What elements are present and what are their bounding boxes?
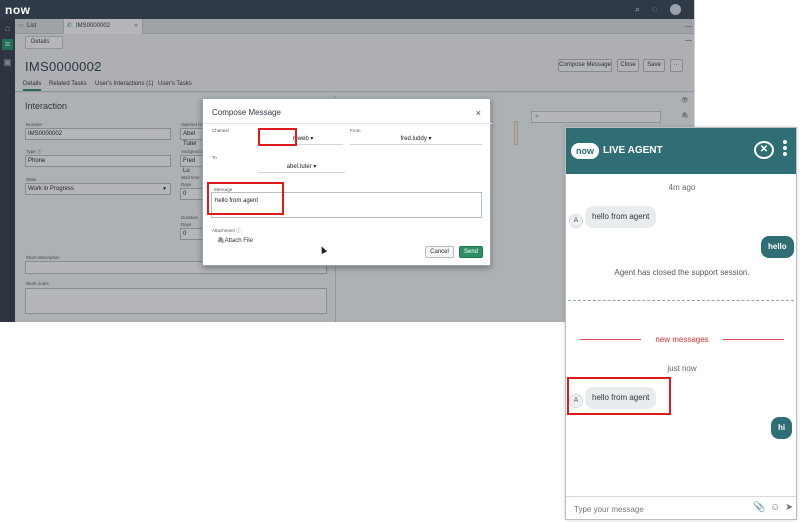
agent-avatar: A [569,214,583,228]
attachment-label: Attachment ⓘ [212,228,241,233]
session-divider [568,300,794,301]
send-icon[interactable]: ➤ [785,502,793,513]
timestamp: just now [667,364,697,373]
send-button[interactable]: Send [459,246,483,258]
user-message: hi [771,417,793,439]
now-logo: now [571,143,599,159]
attach-file-link[interactable]: 🖇Attach File [217,237,253,244]
cancel-button[interactable]: Cancel [425,246,454,258]
to-label: To [212,155,217,160]
more-vertical-icon[interactable] [783,140,789,158]
user-message: hello [761,236,794,258]
paperclip-icon: 🖇 [217,238,225,244]
end-chat-icon[interactable]: ✕ [754,141,774,159]
highlight-channel [258,128,297,146]
search-icon[interactable]: ⌕ [635,4,640,14]
timestamp: 4m ago [668,183,696,192]
paperclip-icon[interactable]: 📎 [753,502,765,513]
message-input[interactable]: Type your message [574,505,644,514]
to-select[interactable]: abel.tuter ▾ [258,161,345,173]
dialog-divider [203,123,492,124]
new-messages-rule [723,339,784,340]
system-message: Agent has closed the support session. [614,268,750,277]
attach-file-label: Attach File [224,238,253,244]
highlight-message [207,182,284,215]
emoji-icon[interactable]: ☺ [770,502,780,513]
live-agent-chat: now LIVE AGENT ✕ 4m ago A hello from age… [565,127,797,520]
user-avatar[interactable] [670,4,681,15]
highlight-agent-message [567,377,671,415]
channel-label: Channel [212,128,229,133]
chat-title: LIVE AGENT [603,145,663,156]
chat-input-bar: Type your message 📎 ☺ ➤ [566,496,796,519]
from-select[interactable]: fred.luddy ▾ [350,133,482,145]
top-bar: now ⌕ ◌ [0,0,694,19]
close-icon[interactable]: × [476,108,481,118]
agent-message: hello from agent [585,206,657,228]
dialog-title: Compose Message [212,108,281,117]
chat-header: now LIVE AGENT ✕ [566,128,796,174]
help-icon[interactable]: ◌ [652,4,657,14]
now-logo: now [5,3,31,17]
